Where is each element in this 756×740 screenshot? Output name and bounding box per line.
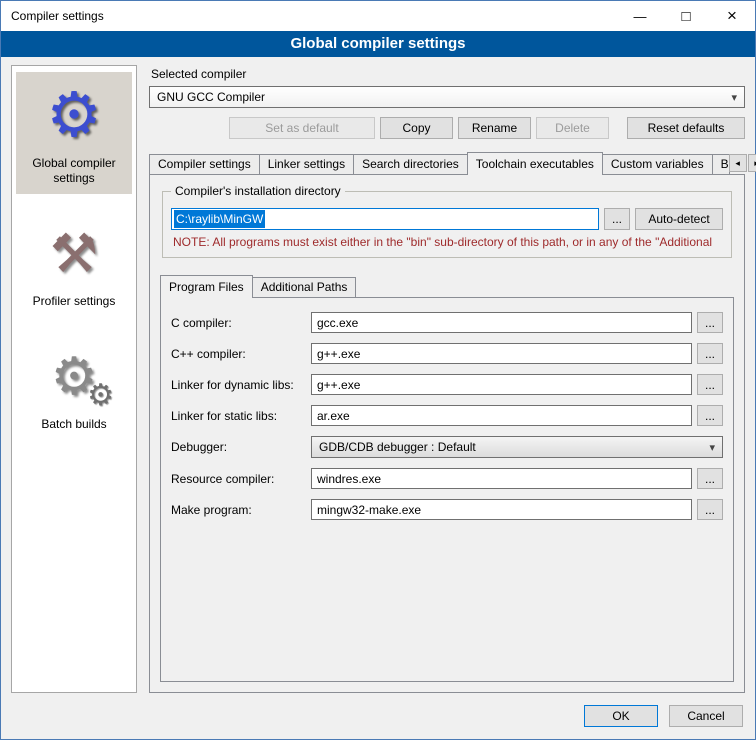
resource-compiler-row: Resource compiler: windres.exe ... xyxy=(171,468,723,489)
linker-static-browse-button[interactable]: ... xyxy=(697,405,723,426)
cpp-compiler-row: C++ compiler: g++.exe ... xyxy=(171,343,723,364)
program-files-tab-strip: Program Files Additional Paths xyxy=(160,274,734,297)
sidebar-item-profiler-settings[interactable]: ⚒ Profiler settings xyxy=(16,210,132,317)
debugger-value: GDB/CDB debugger : Default xyxy=(319,440,703,454)
make-program-row: Make program: mingw32-make.exe ... xyxy=(171,499,723,520)
bin-subdirectory-note: NOTE: All programs must exist either in … xyxy=(173,235,721,249)
tab-program-files[interactable]: Program Files xyxy=(160,275,253,298)
cpp-compiler-label: C++ compiler: xyxy=(171,347,311,361)
chevron-down-icon: ▾ xyxy=(709,441,715,454)
button-gap xyxy=(614,117,622,139)
content-area: ⚙ Global compiler settings ⚒ Profiler se… xyxy=(1,57,755,699)
c-compiler-value: gcc.exe xyxy=(317,316,358,330)
tab-additional-paths[interactable]: Additional Paths xyxy=(252,277,357,297)
delete-button[interactable]: Delete xyxy=(536,117,609,139)
tab-scroll-left-button[interactable]: ◂ xyxy=(729,154,747,172)
linker-dynamic-row: Linker for dynamic libs: g++.exe ... xyxy=(171,374,723,395)
selected-compiler-dropdown[interactable]: GNU GCC Compiler ▾ xyxy=(149,86,745,108)
tab-linker-settings[interactable]: Linker settings xyxy=(259,154,354,174)
tab-scroll-controls: ◂ ▸ xyxy=(729,154,756,174)
cancel-button[interactable]: Cancel xyxy=(669,705,743,727)
sidebar-item-global-compiler-settings[interactable]: ⚙ Global compiler settings xyxy=(16,72,132,194)
program-files-panel: C compiler: gcc.exe ... C++ compiler: g+… xyxy=(160,297,734,682)
make-program-value: mingw32-make.exe xyxy=(317,503,421,517)
installation-directory-row: C:\raylib\MinGW ... Auto-detect xyxy=(171,208,723,230)
window-title: Compiler settings xyxy=(1,9,104,23)
c-compiler-browse-button[interactable]: ... xyxy=(697,312,723,333)
auto-detect-button[interactable]: Auto-detect xyxy=(635,208,723,230)
titlebar: Compiler settings — □ × xyxy=(1,1,755,31)
copy-button[interactable]: Copy xyxy=(380,117,453,139)
arrow-left-icon: ◂ xyxy=(735,158,740,168)
selected-compiler-value: GNU GCC Compiler xyxy=(157,90,725,104)
global-compiler-settings-icon-wrap: ⚙ xyxy=(18,80,130,152)
installation-directory-browse-button[interactable]: ... xyxy=(604,208,630,230)
blue-gear-icon: ⚙ xyxy=(46,85,102,147)
c-compiler-input[interactable]: gcc.exe xyxy=(311,312,692,333)
linker-dynamic-input[interactable]: g++.exe xyxy=(311,374,692,395)
maximize-icon: □ xyxy=(681,8,690,25)
window-controls: — □ × xyxy=(617,1,755,31)
installation-directory-group: Compiler's installation directory C:\ray… xyxy=(162,191,732,258)
settings-category-sidebar: ⚙ Global compiler settings ⚒ Profiler se… xyxy=(11,65,137,693)
sidebar-item-label: Batch builds xyxy=(41,417,106,432)
installation-directory-input[interactable]: C:\raylib\MinGW xyxy=(171,208,599,230)
linker-static-value: ar.exe xyxy=(317,409,350,423)
minimize-icon: — xyxy=(634,9,647,24)
compiler-actions-row: Set as default Copy Rename Delete Reset … xyxy=(149,117,745,139)
cpp-compiler-browse-button[interactable]: ... xyxy=(697,343,723,364)
resource-compiler-value: windres.exe xyxy=(317,472,381,486)
sidebar-item-batch-builds[interactable]: ⚙ ⚙ Batch builds xyxy=(16,333,132,440)
installation-directory-group-label: Compiler's installation directory xyxy=(171,184,345,198)
close-icon: × xyxy=(727,6,737,26)
c-compiler-label: C compiler: xyxy=(171,316,311,330)
minimize-button[interactable]: — xyxy=(617,1,663,31)
profiler-tool-icon: ⚒ xyxy=(50,227,98,281)
profiler-settings-icon-wrap: ⚒ xyxy=(18,218,130,290)
maximize-button[interactable]: □ xyxy=(663,1,709,31)
tab-compiler-settings[interactable]: Compiler settings xyxy=(149,154,260,174)
make-program-label: Make program: xyxy=(171,503,311,517)
tab-scroll-right-button[interactable]: ▸ xyxy=(748,154,756,172)
ok-button[interactable]: OK xyxy=(584,705,658,727)
linker-static-row: Linker for static libs: ar.exe ... xyxy=(171,405,723,426)
sidebar-item-label: Profiler settings xyxy=(33,294,116,309)
gray-gear-small-icon: ⚙ xyxy=(87,381,114,411)
tab-toolchain-executables[interactable]: Toolchain executables xyxy=(467,152,603,175)
batch-builds-icon-wrap: ⚙ ⚙ xyxy=(18,341,130,413)
linker-dynamic-label: Linker for dynamic libs: xyxy=(171,378,311,392)
c-compiler-row: C compiler: gcc.exe ... xyxy=(171,312,723,333)
tab-custom-variables[interactable]: Custom variables xyxy=(602,154,713,174)
linker-dynamic-browse-button[interactable]: ... xyxy=(697,374,723,395)
resource-compiler-browse-button[interactable]: ... xyxy=(697,468,723,489)
selected-compiler-label: Selected compiler xyxy=(151,67,745,81)
close-button[interactable]: × xyxy=(709,1,755,31)
cpp-compiler-input[interactable]: g++.exe xyxy=(311,343,692,364)
linker-static-input[interactable]: ar.exe xyxy=(311,405,692,426)
chevron-down-icon: ▾ xyxy=(731,91,737,104)
make-program-input[interactable]: mingw32-make.exe xyxy=(311,499,692,520)
linker-static-label: Linker for static libs: xyxy=(171,409,311,423)
tab-build-options-truncated[interactable]: Buil xyxy=(712,154,730,174)
debugger-row: Debugger: GDB/CDB debugger : Default ▾ xyxy=(171,436,723,458)
set-as-default-button[interactable]: Set as default xyxy=(229,117,375,139)
debugger-label: Debugger: xyxy=(171,440,311,454)
compiler-settings-window: Compiler settings — □ × Global compiler … xyxy=(0,0,756,740)
installation-directory-value: C:\raylib\MinGW xyxy=(174,210,265,228)
toolchain-executables-panel: Compiler's installation directory C:\ray… xyxy=(149,174,745,693)
reset-defaults-button[interactable]: Reset defaults xyxy=(627,117,745,139)
tab-search-directories[interactable]: Search directories xyxy=(353,154,468,174)
dialog-footer: OK Cancel xyxy=(1,699,755,739)
debugger-dropdown[interactable]: GDB/CDB debugger : Default ▾ xyxy=(311,436,723,458)
rename-button[interactable]: Rename xyxy=(458,117,531,139)
linker-dynamic-value: g++.exe xyxy=(317,378,360,392)
resource-compiler-label: Resource compiler: xyxy=(171,472,311,486)
cpp-compiler-value: g++.exe xyxy=(317,347,360,361)
sidebar-item-label: Global compiler settings xyxy=(18,156,130,186)
settings-tab-strip: Compiler settings Linker settings Search… xyxy=(149,151,745,174)
make-program-browse-button[interactable]: ... xyxy=(697,499,723,520)
main-panel: Selected compiler GNU GCC Compiler ▾ Set… xyxy=(149,65,745,693)
resource-compiler-input[interactable]: windres.exe xyxy=(311,468,692,489)
dialog-header: Global compiler settings xyxy=(1,31,755,57)
